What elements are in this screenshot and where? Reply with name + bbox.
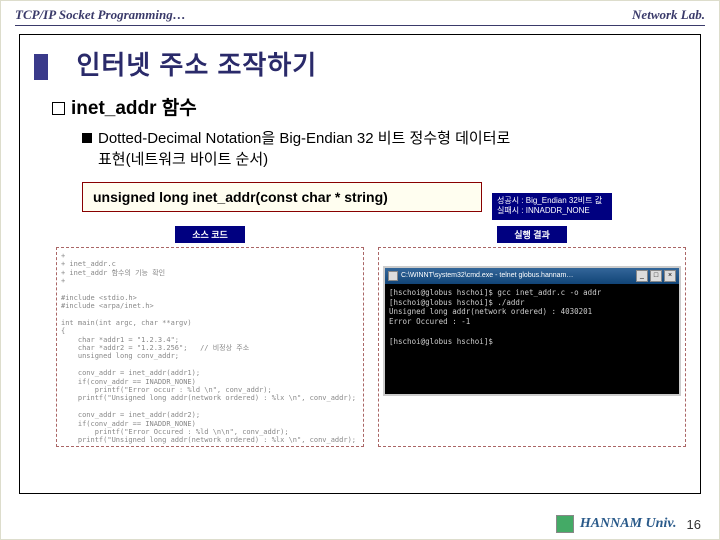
header-right: Network Lab. (632, 7, 705, 23)
page-number: 16 (687, 517, 701, 532)
university-name: HANNAM Univ. (580, 516, 677, 532)
slide-title: 인터넷 주소 조작하기 (76, 50, 317, 80)
desc-line2: 표현(네트워크 바이트 순서) (98, 151, 268, 168)
header-left: TCP/IP Socket Programming… (15, 7, 186, 23)
left-col: 소스 코드 + + inet_addr.c + inet_addr 함수의 기능… (56, 226, 364, 447)
return-success: 성공시 : Big_Endian 32비트 값 (497, 196, 607, 206)
terminal-title: C:\WINNT\system32\cmd.exe - telnet globu… (401, 272, 634, 279)
bullet-filled-icon (82, 133, 92, 143)
section-desc: Dotted-Decimal Notation을 Big-Endian 32 비… (82, 128, 686, 170)
section-heading: inet_addr 함수 (52, 93, 686, 120)
terminal-output: [hschoi@globus hschoi]$ gcc inet_addr.c … (385, 284, 679, 351)
prototype-box: unsigned long inet_addr(const char * str… (82, 182, 482, 212)
university-logo-icon (556, 515, 574, 533)
columns: 소스 코드 + + inet_addr.c + inet_addr 함수의 기능… (56, 226, 686, 447)
return-box: 성공시 : Big_Endian 32비트 값 실패시 : INNADDR_NO… (492, 193, 612, 220)
section1-text: inet_addr 함수 (71, 98, 197, 119)
terminal-titlebar: C:\WINNT\system32\cmd.exe - telnet globu… (385, 268, 679, 284)
content-frame: 인터넷 주소 조작하기 inet_addr 함수 Dotted-Decimal … (19, 34, 701, 494)
source-label: 소스 코드 (175, 226, 245, 243)
header-rule (15, 25, 705, 26)
title-bar-icon (34, 54, 48, 80)
return-fail: 실패시 : INNADDR_NONE (497, 206, 607, 216)
result-label: 실행 결과 (497, 226, 567, 243)
terminal-icon (388, 271, 398, 281)
desc-line1: Dotted-Decimal Notation을 Big-Endian 32 비… (98, 130, 510, 147)
bullet-square-icon (52, 102, 65, 115)
minimize-icon: _ (636, 270, 648, 282)
footer: HANNAM Univ. 16 (556, 515, 701, 533)
right-col: 실행 결과 C:\WINNT\system32\cmd.exe - telnet… (378, 226, 686, 447)
source-code: + + inet_addr.c + inet_addr 함수의 기능 확인 + … (56, 247, 364, 447)
close-icon: × (664, 270, 676, 282)
maximize-icon: □ (650, 270, 662, 282)
result-box: C:\WINNT\system32\cmd.exe - telnet globu… (378, 247, 686, 447)
slide-title-row: 인터넷 주소 조작하기 (34, 45, 686, 83)
terminal-window: C:\WINNT\system32\cmd.exe - telnet globu… (383, 266, 681, 396)
